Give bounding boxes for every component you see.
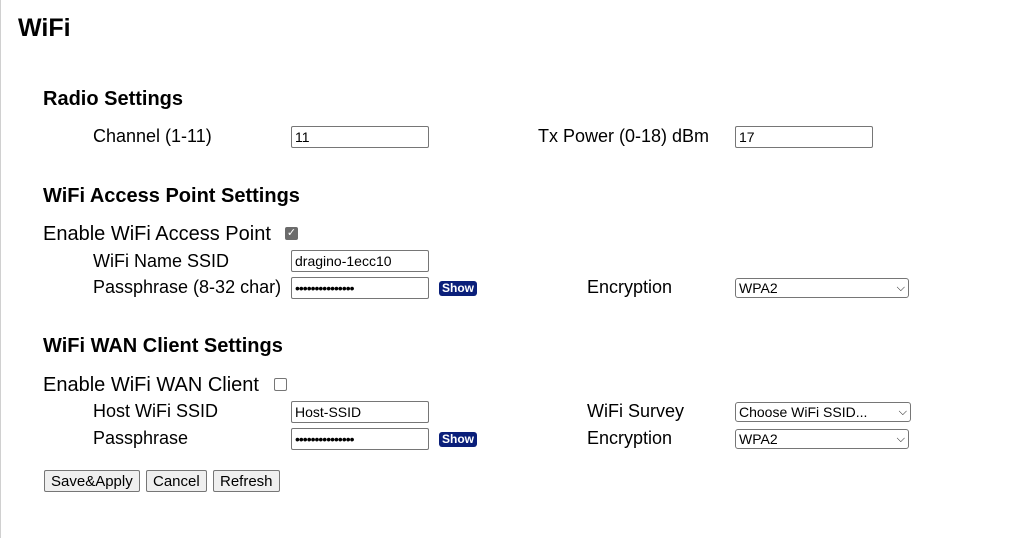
txpower-input[interactable] — [735, 126, 873, 148]
ap-pass-label: Passphrase (8-32 char) — [93, 277, 282, 297]
wan-pass-label: Passphrase — [93, 428, 189, 448]
wan-settings-title: WiFi WAN Client Settings — [43, 335, 283, 357]
channel-label: Channel (1-11) — [93, 126, 212, 146]
ap-ssid-label: WiFi Name SSID — [93, 251, 230, 271]
wan-enable-checkbox[interactable] — [274, 378, 287, 391]
save-apply-button[interactable]: Save&Apply — [44, 470, 140, 492]
txpower-label: Tx Power (0-18) dBm — [538, 126, 710, 146]
chevron-down-icon: ⌵ — [898, 405, 907, 418]
ap-settings-title: WiFi Access Point Settings — [43, 185, 300, 207]
wan-show-button[interactable]: Show — [439, 432, 477, 447]
ap-enc-label: Encryption — [587, 277, 673, 297]
ap-pass-input[interactable] — [291, 277, 429, 299]
wan-enable-label: Enable WiFi WAN Client — [43, 374, 259, 396]
wan-enc-label: Encryption — [587, 428, 673, 448]
checkmark-icon: ✓ — [286, 227, 297, 239]
ap-show-button[interactable]: Show — [439, 281, 477, 296]
wan-survey-label: WiFi Survey — [587, 401, 685, 421]
ap-enable-checkbox[interactable]: ✓ — [285, 227, 298, 240]
ap-enable-label: Enable WiFi Access Point — [43, 223, 271, 245]
chevron-down-icon: ⌵ — [896, 281, 905, 294]
cancel-button[interactable]: Cancel — [146, 470, 207, 492]
chevron-down-icon: ⌵ — [896, 432, 905, 445]
wan-enc-select[interactable]: WPA2 ⌵ — [735, 429, 909, 449]
ap-enc-value: WPA2 — [739, 280, 778, 296]
channel-input[interactable] — [291, 126, 429, 148]
ap-enc-select[interactable]: WPA2 ⌵ — [735, 278, 909, 298]
wan-pass-input[interactable] — [291, 428, 429, 450]
wan-ssid-input[interactable] — [291, 401, 429, 423]
wan-ssid-label: Host WiFi SSID — [93, 401, 219, 421]
wan-survey-value: Choose WiFi SSID... — [739, 404, 868, 420]
radio-settings-title: Radio Settings — [43, 88, 184, 110]
wan-survey-select[interactable]: Choose WiFi SSID... ⌵ — [735, 402, 911, 422]
refresh-button[interactable]: Refresh — [213, 470, 280, 492]
ap-ssid-input[interactable] — [291, 250, 429, 272]
page-title: WiFi — [18, 14, 71, 42]
wan-enc-value: WPA2 — [739, 431, 778, 447]
